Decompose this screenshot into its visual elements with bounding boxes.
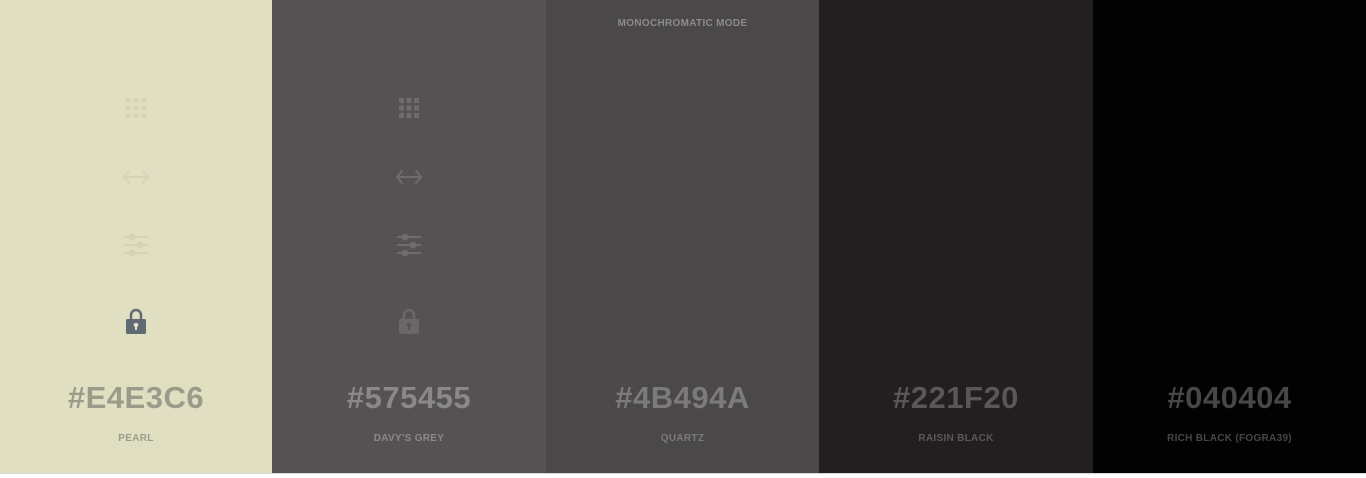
hex-code[interactable]: #040404 (1093, 380, 1366, 416)
grid-icon[interactable] (398, 97, 420, 119)
lock-icon[interactable] (125, 307, 147, 335)
color-name: RAISIN BLACK (918, 433, 994, 444)
grid-icon[interactable] (125, 97, 147, 119)
swatch-raisin-black[interactable]: #221F20 RAISIN BLACK (819, 0, 1093, 473)
hex-code[interactable]: #575455 (272, 380, 546, 416)
double-arrow-icon[interactable] (122, 168, 150, 186)
swatch-quartz[interactable]: MONOCHROMATIC MODE #4B494A QUARTZ (546, 0, 819, 473)
swatch-davys-grey[interactable]: #575455 DAVY'S GREY (272, 0, 546, 473)
color-name: RICH BLACK (FOGRA39) (1167, 433, 1292, 444)
swatch-rich-black[interactable]: #040404 RICH BLACK (FOGRA39) (1093, 0, 1366, 473)
color-name: DAVY'S GREY (373, 433, 445, 444)
divider (0, 473, 1366, 474)
sliders-icon[interactable] (396, 233, 422, 257)
double-arrow-icon[interactable] (395, 168, 423, 186)
hex-code[interactable]: #E4E3C6 (0, 380, 272, 416)
color-name: QUARTZ (660, 433, 705, 444)
hex-code[interactable]: #221F20 (819, 380, 1093, 416)
color-name: PEARL (118, 433, 154, 444)
lock-icon[interactable] (398, 307, 420, 335)
mode-label: MONOCHROMATIC MODE (617, 18, 748, 29)
sliders-icon[interactable] (123, 233, 149, 257)
hex-code[interactable]: #4B494A (546, 380, 819, 416)
swatch-pearl[interactable]: #E4E3C6 PEARL (0, 0, 272, 473)
palette: #E4E3C6 PEARL #575455 DAVY'S GREY MONOCH… (0, 0, 1366, 473)
